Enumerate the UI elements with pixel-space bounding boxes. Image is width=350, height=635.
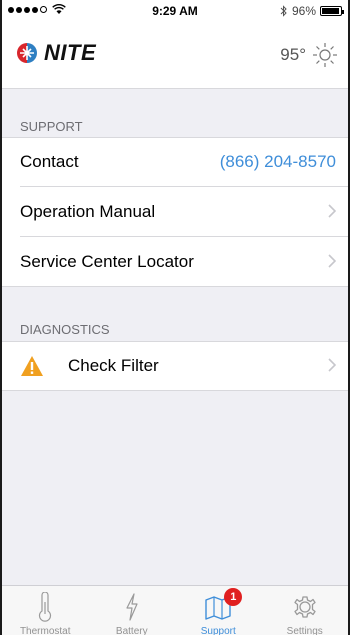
thermometer-icon (39, 592, 52, 622)
chevron-right-icon (328, 254, 336, 268)
battery-percent: 96% (291, 4, 316, 18)
nite-logo-icon (17, 43, 37, 63)
contact-row[interactable]: Contact (866) 204-8570 (2, 137, 348, 187)
tab-battery[interactable]: Battery (89, 586, 176, 635)
tab-battery-label: Battery (115, 626, 148, 635)
weather-widget[interactable]: 95° (280, 42, 338, 68)
chevron-right-icon (328, 204, 336, 218)
tab-bar: Thermostat Battery 1 Support Settings (2, 585, 348, 635)
operation-manual-row[interactable]: Operation Manual (2, 187, 348, 237)
service-center-locator-label: Service Center Locator (20, 252, 194, 271)
logo-text: NITE (44, 40, 97, 65)
app-frame: 9:29 AM 96% NITE 95° SUPPORT Contact (86… (2, 0, 348, 635)
status-bar: 9:29 AM 96% (2, 0, 348, 22)
tab-settings-label: Settings (286, 626, 323, 635)
tab-thermostat-label: Thermostat (19, 626, 71, 635)
tab-settings[interactable]: Settings (262, 586, 349, 635)
warning-icon (21, 356, 43, 376)
contact-phone-link[interactable]: (866) 204-8570 (220, 152, 336, 172)
operation-manual-label: Operation Manual (20, 202, 156, 221)
gear-icon (294, 596, 316, 618)
contact-label: Contact (20, 152, 79, 171)
temperature-label: 95° (280, 45, 306, 64)
bluetooth-icon (280, 5, 287, 17)
battery-fill (322, 8, 340, 14)
status-right: 96% (280, 4, 344, 18)
support-badge: 1 (224, 588, 243, 606)
tab-thermostat[interactable]: Thermostat (2, 586, 89, 635)
service-center-locator-row[interactable]: Service Center Locator (2, 237, 348, 287)
chevron-right-icon (328, 358, 336, 372)
check-filter-row[interactable]: Check Filter (2, 341, 348, 391)
check-filter-label: Check Filter (68, 356, 159, 375)
support-section-header: SUPPORT (20, 119, 83, 134)
sun-icon (313, 43, 337, 67)
diagnostics-section-header: DIAGNOSTICS (20, 322, 110, 337)
tab-support[interactable]: 1 Support (175, 586, 262, 635)
battery-icon (320, 6, 344, 16)
tab-support-label: Support (200, 626, 236, 635)
nav-bar: NITE 95° (2, 22, 348, 89)
brand-logo: NITE (16, 40, 96, 66)
lightning-icon (126, 593, 138, 621)
